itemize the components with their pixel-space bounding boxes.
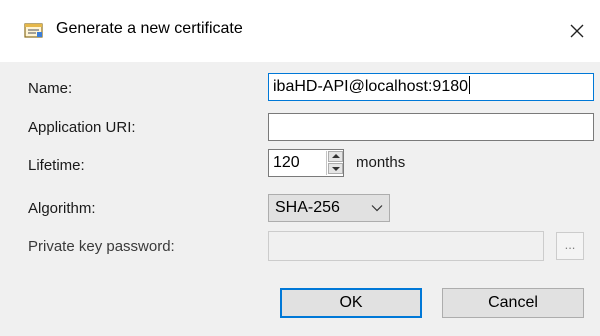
arrow-up-icon <box>332 154 340 158</box>
private-key-password-field[interactable] <box>268 231 544 261</box>
algorithm-select[interactable]: SHA-256 <box>268 194 390 222</box>
lifetime-value: 120 <box>273 154 300 171</box>
lifetime-label: Lifetime: <box>28 157 85 174</box>
chevron-down-icon <box>371 205 383 212</box>
spin-down-button[interactable] <box>328 163 343 174</box>
lifetime-unit: months <box>356 154 406 171</box>
certificate-form-icon <box>24 22 44 40</box>
private-key-password-label: Private key password: <box>28 238 175 255</box>
spin-up-button[interactable] <box>328 151 343 162</box>
cancel-button[interactable]: Cancel <box>442 288 584 318</box>
application-uri-input[interactable] <box>268 113 594 141</box>
dialog-title: Generate a new certificate <box>56 20 243 37</box>
text-caret <box>469 76 471 94</box>
name-input[interactable]: ibaHD-API@localhost:9180 <box>268 73 594 101</box>
close-button[interactable] <box>560 14 594 48</box>
arrow-down-icon <box>332 167 340 171</box>
close-icon <box>570 24 584 38</box>
browse-button[interactable]: ... <box>556 232 584 260</box>
algorithm-selected-value: SHA-256 <box>275 199 340 216</box>
title-bar: Generate a new certificate <box>0 0 600 62</box>
lifetime-spin-buttons <box>326 151 343 175</box>
ok-button[interactable]: OK <box>280 288 422 318</box>
application-uri-label: Application URI: <box>28 119 136 136</box>
generate-certificate-dialog: Generate a new certificate Name: ibaHD-A… <box>0 0 600 336</box>
name-input-value: ibaHD-API@localhost:9180 <box>273 78 469 95</box>
name-label: Name: <box>28 80 73 97</box>
algorithm-label: Algorithm: <box>28 200 96 217</box>
